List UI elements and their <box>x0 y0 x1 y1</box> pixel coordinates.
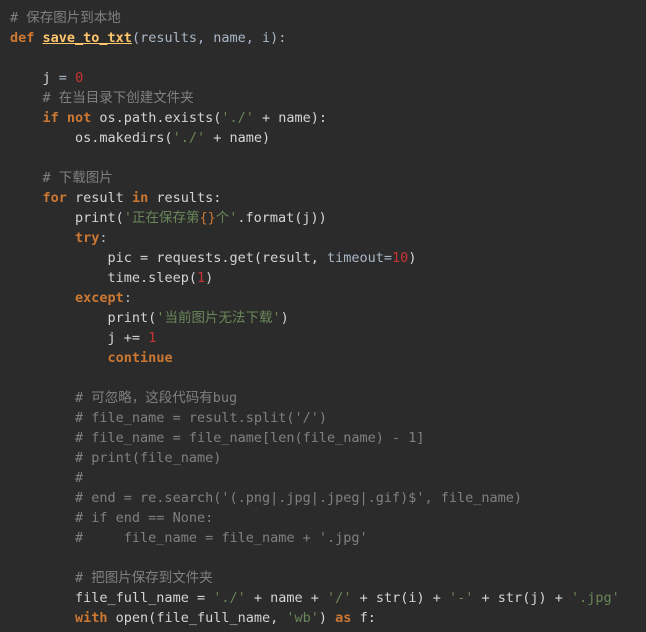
string: .jpg <box>579 590 612 606</box>
space <box>67 70 75 86</box>
code-text: + name + <box>246 590 327 606</box>
keyword-except: except <box>75 290 124 306</box>
string: ./ <box>221 590 237 606</box>
code-text: os.makedirs( <box>75 130 173 146</box>
comment-line: # if end == None: <box>75 510 213 526</box>
comment-line: # print(file_name) <box>75 450 221 466</box>
string-quote: ' <box>612 590 620 606</box>
keyword-continue: continue <box>108 350 173 366</box>
string: wb <box>295 610 311 626</box>
string-quote: ' <box>286 610 294 626</box>
string-quote: ' <box>197 130 205 146</box>
keyword-if-not: if not <box>43 110 92 126</box>
code-text: ) <box>205 270 213 286</box>
comment-line: # end = re.search('(.png|.jpg|.jpeg|.gif… <box>75 490 522 506</box>
string: 个 <box>216 210 230 226</box>
code-text: file_full_name = <box>75 590 213 606</box>
code-text: time.sleep( <box>108 270 197 286</box>
string-quote: ' <box>327 590 335 606</box>
code-text: + name) <box>205 130 270 146</box>
colon: : <box>99 230 107 246</box>
string-quote: ' <box>449 590 457 606</box>
code-text: print( <box>108 310 157 326</box>
comment-line: # 下载图片 <box>43 170 113 186</box>
string-quote: ' <box>571 590 579 606</box>
comment-line: # 在当目录下创建文件夹 <box>43 90 194 106</box>
number: 0 <box>75 70 83 86</box>
code-text: .format(j)) <box>237 210 326 226</box>
comment-line: # <box>75 470 83 486</box>
string-quote: ' <box>272 310 280 326</box>
string: ./ <box>181 130 197 146</box>
keyword-for: for <box>43 190 67 206</box>
keyword-with: with <box>75 610 108 626</box>
string: 当前图片无法下载 <box>164 310 272 326</box>
keyword-try: try <box>75 230 99 246</box>
comment-line: # file_name = file_name + '.jpg' <box>75 530 368 546</box>
code-text: + str(i) + <box>351 590 449 606</box>
code-text: ) <box>319 610 335 626</box>
parameters: results, name, i <box>140 30 270 46</box>
code-text: ) <box>408 250 416 266</box>
paren-open: ( <box>132 30 140 46</box>
colon: : <box>124 290 132 306</box>
code-text: ) <box>281 310 289 326</box>
number: 1 <box>197 270 205 286</box>
code-text: os.path.exists( <box>91 110 221 126</box>
colon: : <box>278 30 286 46</box>
code-text: open(file_full_name, <box>108 610 287 626</box>
string-quote: ' <box>124 210 132 226</box>
number: 10 <box>392 250 408 266</box>
keyword-as: as <box>335 610 351 626</box>
code-block: # 保存图片到本地 def save_to_txt(results, name,… <box>0 0 646 632</box>
string-quote: ' <box>173 130 181 146</box>
code-text: result <box>67 190 132 206</box>
format-braces: {} <box>199 210 215 226</box>
keyword-def: def <box>10 30 34 46</box>
comment-line: # 保存图片到本地 <box>10 10 121 26</box>
number: 1 <box>148 330 156 346</box>
code-text: + name): <box>254 110 327 126</box>
string: ./ <box>229 110 245 126</box>
function-name: save_to_txt <box>43 30 132 46</box>
code-text: print( <box>75 210 124 226</box>
code-text: pic = requests.get(result, <box>108 250 327 266</box>
string-quote: ' <box>311 610 319 626</box>
comment-line: # file_name = file_name[len(file_name) -… <box>75 430 425 446</box>
equals: = <box>59 70 67 86</box>
code-text: f: <box>351 610 375 626</box>
comment-line: # 可忽略，这段代码有bug <box>75 390 237 406</box>
keyword-in: in <box>132 190 148 206</box>
code-text: j += <box>108 330 149 346</box>
code-text: + str(j) + <box>473 590 571 606</box>
identifier: j <box>43 70 59 86</box>
string: 正在保存第 <box>132 210 200 226</box>
kwarg-name: timeout <box>327 250 384 266</box>
comment-line: # 把图片保存到文件夹 <box>75 570 213 586</box>
code-text: results: <box>148 190 221 206</box>
string-quote: ' <box>246 110 254 126</box>
equals: = <box>384 250 392 266</box>
string-quote: ' <box>238 590 246 606</box>
comment-line: # file_name = result.split('/') <box>75 410 327 426</box>
